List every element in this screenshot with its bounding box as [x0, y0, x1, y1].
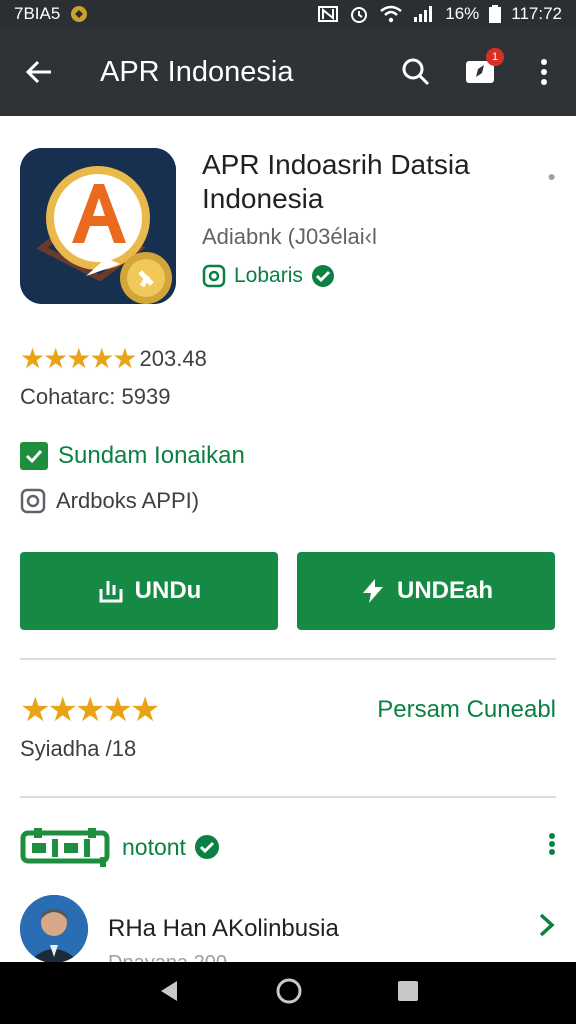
android-icon: [20, 488, 46, 514]
person-avatar-icon: [20, 895, 88, 962]
app-category-label: Lobaris: [234, 264, 303, 287]
divider: [20, 658, 556, 660]
person-name: RHa Han AKolinbusia: [108, 915, 339, 942]
rating-stars-icon: ★★★★★: [20, 343, 138, 374]
app-name: APR Indoasrih Datsia Indonesia: [202, 149, 470, 214]
developer-label: notont: [122, 833, 186, 860]
battery-icon: [489, 5, 502, 23]
open-button[interactable]: UNDEah: [297, 552, 555, 630]
verified-check-icon: [194, 835, 219, 859]
app-category-tag[interactable]: Lobaris: [202, 264, 335, 288]
person-list-item[interactable]: RHa Han AKolinbusia: [20, 894, 556, 962]
page-title: APR Indonesia: [100, 55, 294, 88]
nav-recents-button[interactable]: [397, 980, 419, 1007]
install-count: Cohatarc: 5939: [20, 384, 171, 409]
reviews-link[interactable]: Persam Cuneabl: [377, 696, 556, 724]
signal-icon: [414, 6, 433, 22]
nav-recents-icon: [398, 980, 418, 1001]
wifi-icon: [380, 5, 403, 23]
developer-more-button[interactable]: [548, 832, 556, 863]
install-button[interactable]: UNDu: [20, 552, 278, 630]
app-logo-icon: [20, 148, 176, 304]
search-icon: [402, 58, 430, 86]
checkbox-check-icon: [20, 442, 48, 470]
nav-back-icon: [161, 980, 177, 1001]
status-time-left: 7BIA5: [14, 4, 61, 23]
open-button-label: UNDEah: [396, 577, 493, 604]
alarm-icon: [351, 7, 368, 23]
notifications-button[interactable]: 1: [448, 28, 512, 116]
person-subtitle: Dnayana 200: [108, 952, 227, 962]
reviews-header: ★★★★★ Persam Cuneabl: [20, 690, 556, 730]
app-details: APR Indoasrih Datsia Indonesia Adiabnk (…: [0, 116, 576, 962]
platform-label: Ardboks APPI): [56, 488, 200, 513]
review-stars-icon: ★★★★★: [20, 691, 160, 729]
nav-home-button[interactable]: [275, 977, 303, 1010]
install-button-label: UNDu: [134, 577, 202, 604]
platform-row: Ardboks APPI): [20, 488, 199, 514]
avatar: [20, 895, 88, 962]
notification-badge: 1: [486, 48, 504, 66]
overflow-menu-button[interactable]: [512, 28, 576, 116]
app-header: APR Indoasrih Datsia Indonesia Adiabnk (…: [20, 148, 556, 308]
back-button[interactable]: [0, 28, 78, 116]
more-vert-icon: [549, 832, 555, 855]
status-bar: 7BIA5 16% 117:72: [0, 0, 576, 28]
verified-label: Sundam Ionaikan: [58, 442, 245, 469]
nav-home-icon: [276, 978, 302, 1003]
app-icon: [20, 148, 176, 304]
notification-app-icon: [71, 6, 88, 22]
app-developer[interactable]: Adiabnk (J03élai‹l: [202, 224, 377, 250]
back-arrow-icon: [25, 60, 51, 84]
verified-row: Sundam Ionaikan: [20, 442, 245, 470]
rating-value: 203.48: [139, 345, 207, 371]
nfc-icon: [318, 6, 339, 22]
dot-icon: ●: [547, 168, 556, 184]
search-button[interactable]: [384, 28, 448, 116]
nav-back-button[interactable]: [157, 979, 181, 1008]
developer-logo-icon: [20, 828, 110, 867]
divider: [20, 796, 556, 798]
battery-percent: 16%: [445, 4, 480, 23]
badge-icon: [202, 264, 226, 288]
system-nav-bar: [0, 962, 576, 1024]
more-vert-icon: [541, 59, 547, 85]
rating-row: ★★★★★ 203.48: [20, 342, 207, 375]
verified-check-icon: [311, 265, 334, 287]
developer-section: notont: [20, 824, 556, 870]
app-bar: APR Indonesia 1: [0, 28, 576, 116]
reviews-summary: Syiadha /18: [20, 736, 137, 761]
status-time-right: 117:72: [511, 4, 562, 23]
chevron-right-icon[interactable]: [538, 912, 556, 946]
download-icon: [99, 581, 123, 603]
flash-icon: [362, 579, 383, 603]
